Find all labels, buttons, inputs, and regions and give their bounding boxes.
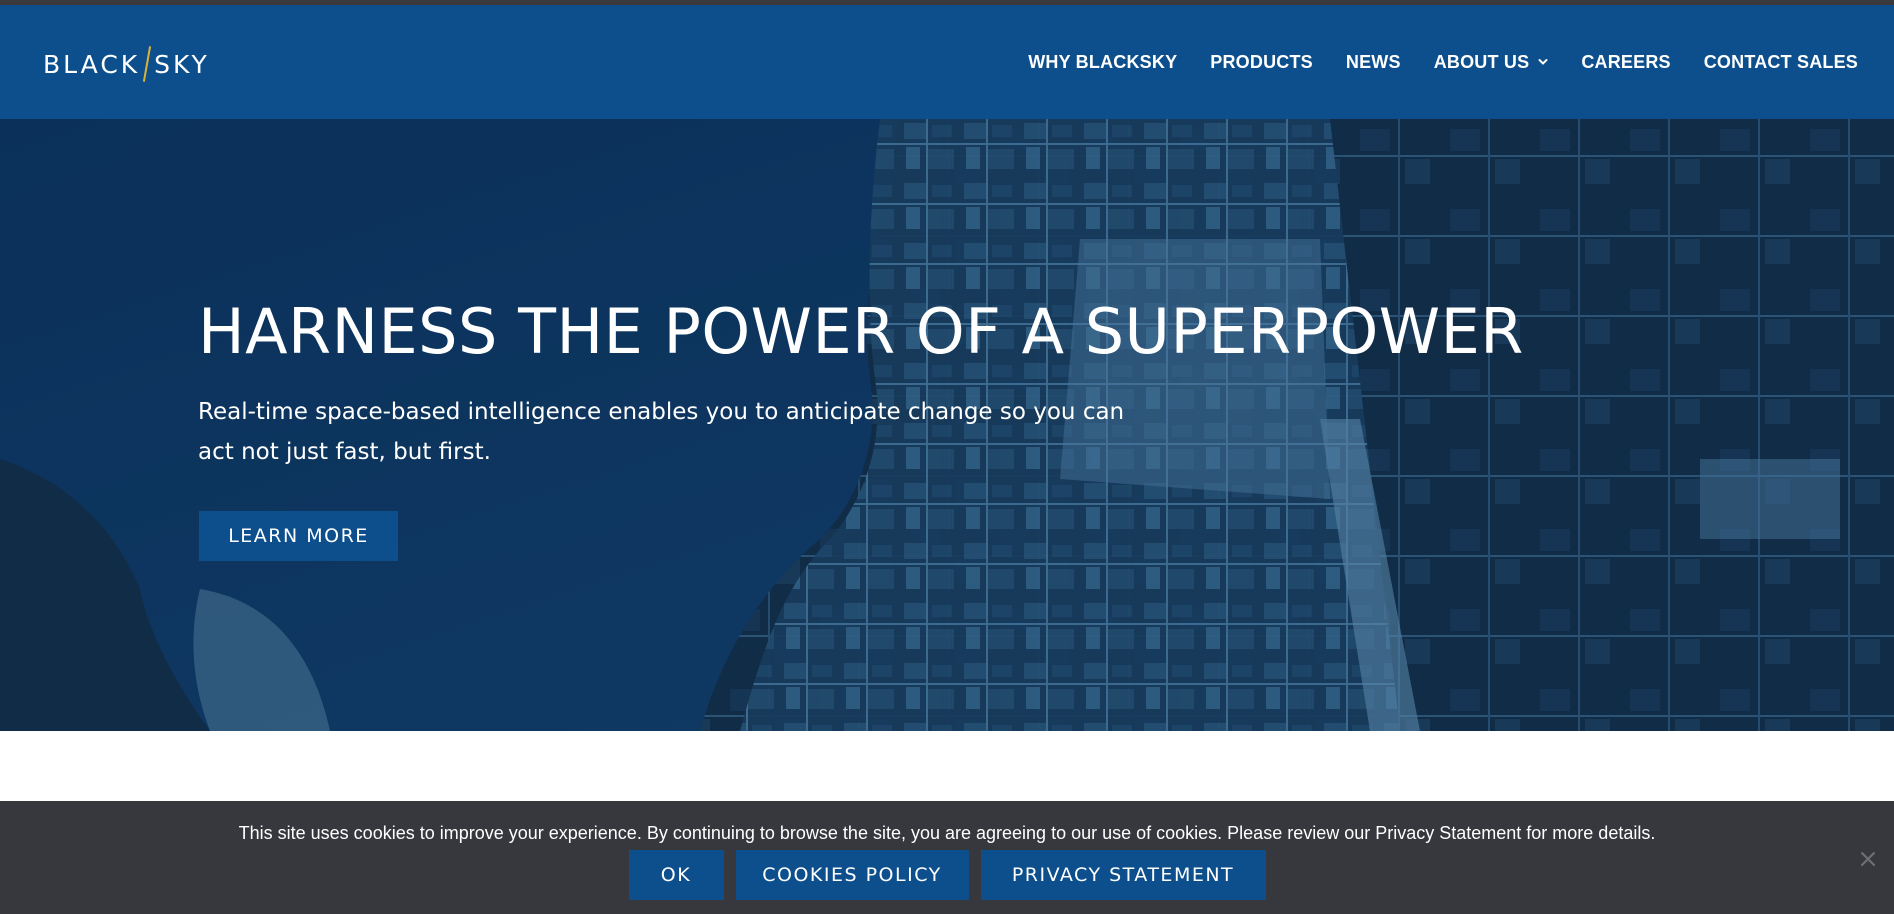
nav-item-careers[interactable]: CAREERS xyxy=(1581,52,1670,73)
cookie-buttons: OK COOKIES POLICY PRIVACY STATEMENT xyxy=(0,850,1894,900)
nav-item-about-us[interactable]: ABOUT US xyxy=(1434,52,1549,73)
logo-text-right: SKY xyxy=(154,49,210,79)
hero-subtitle: Real-time space-based intelligence enabl… xyxy=(198,399,1125,465)
nav-item-why-blacksky[interactable]: WHY BLACKSKY xyxy=(1028,52,1177,73)
logo-slash xyxy=(143,46,152,82)
cookie-ok-button[interactable]: OK xyxy=(628,850,724,900)
main-nav: WHY BLACKSKY PRODUCTS NEWS ABOUT US CARE… xyxy=(995,5,1858,119)
site-header: BLACK SKY WHY BLACKSKY PRODUCTS NEWS ABO… xyxy=(0,5,1894,119)
cookie-notice-bar: This site uses cookies to improve your e… xyxy=(0,801,1894,914)
nav-item-news[interactable]: NEWS xyxy=(1346,52,1401,73)
nav-item-products[interactable]: PRODUCTS xyxy=(1210,52,1313,73)
cookies-policy-button[interactable]: COOKIES POLICY xyxy=(735,850,969,900)
logo-text-left: BLACK xyxy=(43,49,141,79)
hero-title: HARNESS THE POWER OF A SUPERPOWER xyxy=(198,295,1524,368)
privacy-statement-button[interactable]: PRIVACY STATEMENT xyxy=(980,850,1266,900)
cookie-message: This site uses cookies to improve your e… xyxy=(238,823,1656,843)
logo[interactable]: BLACK SKY xyxy=(43,46,210,82)
content-band xyxy=(0,731,1894,801)
learn-more-button[interactable]: LEARN MORE xyxy=(199,511,398,561)
hero-section: HARNESS THE POWER OF A SUPERPOWER Real-t… xyxy=(0,119,1894,731)
close-icon[interactable] xyxy=(1858,849,1878,869)
nav-item-contact-sales[interactable]: CONTACT SALES xyxy=(1704,52,1858,73)
chevron-down-icon xyxy=(1538,59,1548,65)
nav-item-about-us-label: ABOUT US xyxy=(1433,51,1530,72)
